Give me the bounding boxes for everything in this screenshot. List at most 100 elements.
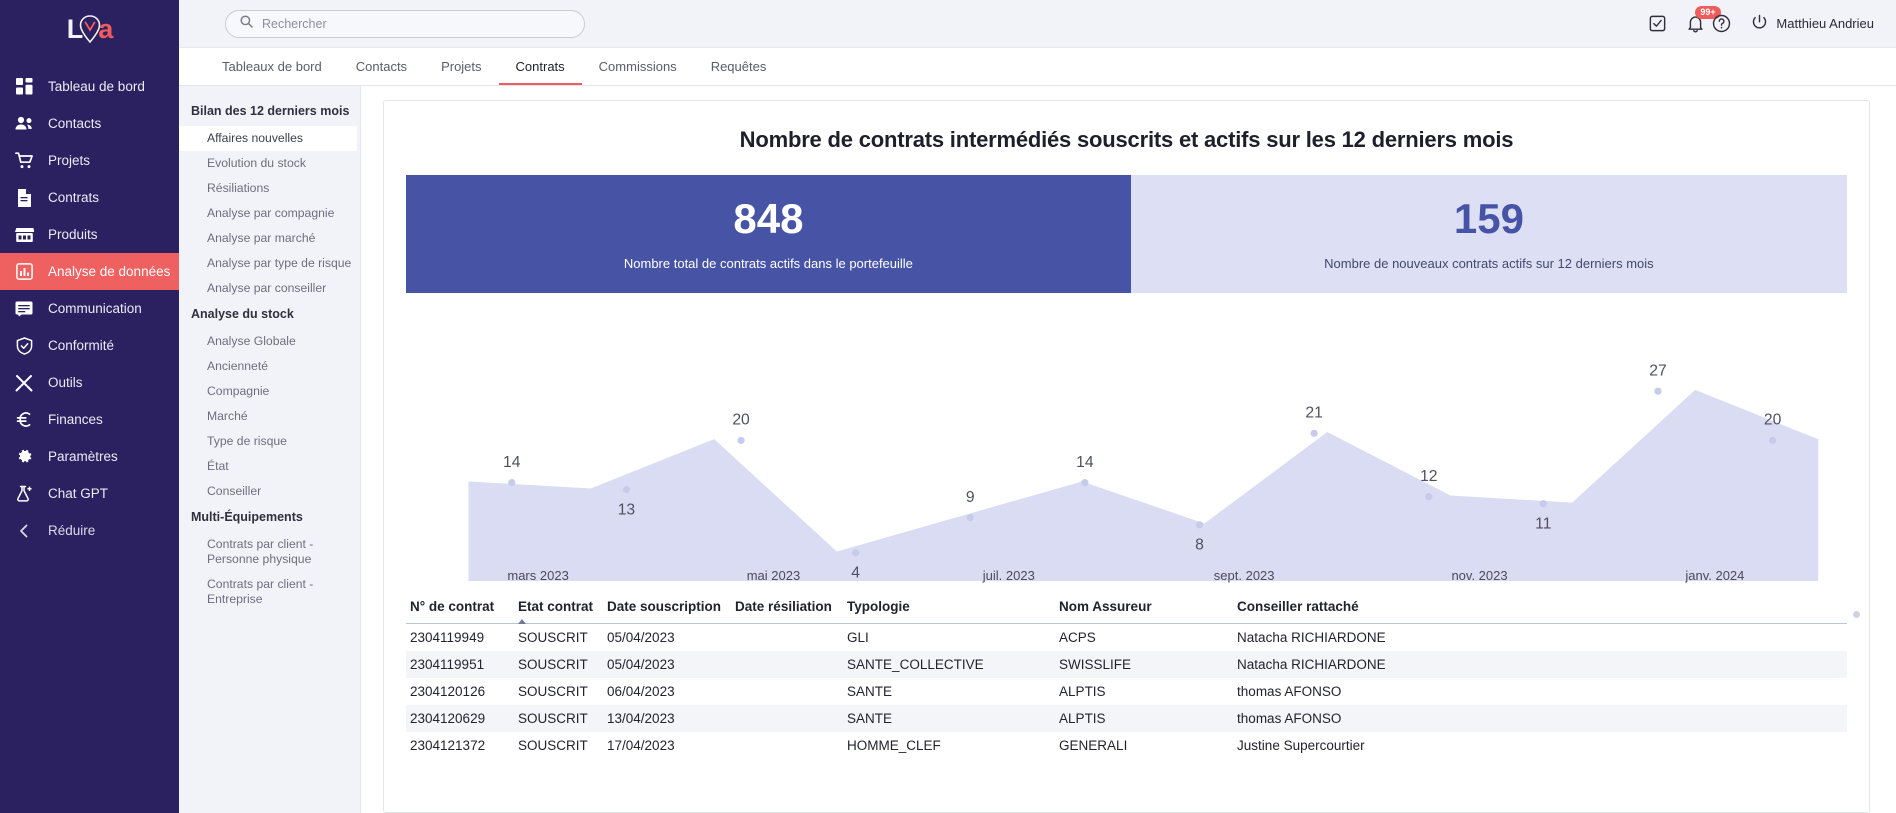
subnav-item-analyse-par-compagnie[interactable]: Analyse par compagnie: [179, 201, 360, 226]
table-row[interactable]: 2304120126 SOUSCRIT 06/04/2023 SANTE ALPTIS t…: [406, 678, 1847, 705]
analysis-sidebar: Bilan des 12 derniers mois Affaires nouv…: [179, 86, 361, 813]
subnav-item-analyse-globale[interactable]: Analyse Globale: [179, 329, 360, 354]
table-cell: 06/04/2023: [607, 684, 675, 699]
sidebar-item-contrats[interactable]: Contrats: [0, 179, 179, 216]
tab-commissions[interactable]: Commissions: [582, 59, 694, 85]
scroll-indicator-dot: [1853, 611, 1860, 618]
column-header-typologie[interactable]: Typologie: [843, 599, 1055, 624]
search-input[interactable]: [262, 16, 570, 31]
table-cell: SANTE_COLLECTIVE: [847, 657, 984, 672]
gear-icon: [14, 447, 34, 467]
subnav-item-marche[interactable]: Marché: [179, 404, 360, 429]
tab-contrats[interactable]: Contrats: [498, 59, 582, 85]
table-cell: 05/04/2023: [607, 657, 675, 672]
table-row[interactable]: 2304119949 SOUSCRIT 05/04/2023 GLI ACPS Natac…: [406, 624, 1847, 652]
column-header-numero[interactable]: N° de contrat: [406, 599, 514, 624]
svg-text:20: 20: [732, 412, 750, 429]
area-chart: 14 13 20 4 9 14 8 21 12 11 27 20 mars 2023 mai 2023 j…: [406, 323, 1847, 583]
x-tick-label: nov. 2023: [1451, 568, 1508, 583]
contracts-table-wrap: N° de contrat Etat contrat Date souscrip…: [406, 599, 1847, 759]
kpi-card-total-actifs: 848 Nombre total de contrats actifs dans…: [406, 175, 1131, 293]
sidebar-item-communication[interactable]: Communication: [0, 290, 179, 327]
contacts-icon: [14, 114, 34, 134]
sidebar-item-label: Produits: [48, 227, 98, 242]
subnav-item-affaires-nouvelles[interactable]: Affaires nouvelles: [179, 126, 357, 151]
euro-icon: [14, 410, 34, 430]
table-cell: [731, 624, 843, 652]
chevron-left-icon: [14, 521, 34, 541]
tab-projets[interactable]: Projets: [424, 59, 498, 85]
subnav-item-contrats-par-client-entreprise[interactable]: Contrats par client - Entreprise: [179, 572, 329, 612]
table-cell: [731, 732, 843, 759]
bell-icon[interactable]: 99+: [1687, 6, 1721, 33]
sidebar-item-parametres[interactable]: Paramètres: [0, 438, 179, 475]
sidebar-item-conformite[interactable]: Conformité: [0, 327, 179, 364]
tab-tableaux-de-bord[interactable]: Tableaux de bord: [205, 59, 339, 85]
subnav-group-bilan: Bilan des 12 derniers mois: [191, 104, 350, 118]
subnav-item-anciennete[interactable]: Ancienneté: [179, 354, 360, 379]
subnav-item-analyse-par-conseiller[interactable]: Analyse par conseiller: [179, 276, 360, 301]
subnav-item-resiliations[interactable]: Résiliations: [179, 176, 360, 201]
top-bar: 99+ Matthieu Andrieu: [179, 0, 1896, 48]
kpi-label: Nombre total de contrats actifs dans le …: [623, 255, 913, 271]
table-cell: 2304120126: [410, 684, 486, 699]
sidebar-item-projets[interactable]: Projets: [0, 142, 179, 179]
table-cell: [731, 678, 843, 705]
sidebar-item-analyse-de-donnees[interactable]: Analyse de données: [0, 253, 179, 290]
sidebar-item-label: Contrats: [48, 190, 100, 205]
sidebar-item-chat-gpt[interactable]: Chat GPT: [0, 475, 179, 512]
table-cell: thomas AFONSO: [1237, 684, 1342, 699]
primary-sidebar: L a Tableau de bord Contacts Projets Con…: [0, 0, 179, 813]
report-content: Nombre de contrats intermédiés souscrits…: [361, 86, 1896, 813]
subnav-item-evolution-du-stock[interactable]: Evolution du stock: [179, 151, 360, 176]
tab-contacts[interactable]: Contacts: [339, 59, 424, 85]
subnav-item-type-de-risque[interactable]: Type de risque: [179, 429, 360, 454]
svg-text:11: 11: [1535, 515, 1551, 532]
kpi-label: Nombre de nouveaux contrats actifs sur 1…: [1324, 255, 1654, 271]
column-header-nom-assureur[interactable]: Nom Assureur: [1055, 599, 1233, 624]
table-header-row: N° de contrat Etat contrat Date souscrip…: [406, 599, 1847, 624]
app-logo[interactable]: L a: [0, 0, 179, 58]
table-row[interactable]: 2304121372 SOUSCRIT 17/04/2023 HOMME_CLEF GE…: [406, 732, 1847, 759]
table-row[interactable]: 2304120629 SOUSCRIT 13/04/2023 SANTE ALPTIS t…: [406, 705, 1847, 732]
help-circle-icon[interactable]: [1712, 14, 1731, 33]
subnav-item-analyse-par-type-de-risque[interactable]: Analyse par type de risque: [179, 251, 360, 276]
message-icon: [14, 299, 34, 319]
page-title: Nombre de contrats intermédiés souscrits…: [739, 127, 1514, 152]
svg-text:12: 12: [1420, 468, 1437, 485]
column-header-date-resiliation[interactable]: Date résiliation: [731, 599, 843, 624]
subnav-item-etat[interactable]: État: [179, 454, 360, 479]
sidebar-item-outils[interactable]: Outils: [0, 364, 179, 401]
x-tick-label: mars 2023: [507, 568, 569, 583]
sidebar-item-produits[interactable]: Produits: [0, 216, 179, 253]
sidebar-item-finances[interactable]: Finances: [0, 401, 179, 438]
sidebar-item-contacts[interactable]: Contacts: [0, 105, 179, 142]
table-cell: SANTE: [847, 711, 893, 726]
table-row[interactable]: 2304119951 SOUSCRIT 05/04/2023 SANTE_COLLEC…: [406, 651, 1847, 678]
column-header-etat[interactable]: Etat contrat: [514, 599, 603, 624]
column-header-conseiller[interactable]: Conseiller rattaché: [1233, 599, 1847, 624]
table-head: N° de contrat Etat contrat Date souscrip…: [406, 599, 1847, 624]
subnav-item-contrats-par-client-personne-physique[interactable]: Contrats par client - Personne physique: [179, 532, 329, 572]
table-cell: thomas AFONSO: [1237, 711, 1342, 726]
x-tick-label: janv. 2024: [1685, 568, 1745, 583]
table-cell: 13/04/2023: [607, 711, 675, 726]
sidebar-collapse-button[interactable]: Réduire: [0, 512, 179, 549]
kpi-card-nouveaux-actifs: 159 Nombre de nouveaux contrats actifs s…: [1130, 175, 1847, 293]
subnav-item-analyse-par-marche[interactable]: Analyse par marché: [179, 226, 360, 251]
tab-requetes[interactable]: Requêtes: [694, 59, 784, 85]
checklist-icon[interactable]: [1648, 14, 1667, 33]
sidebar-item-label: Tableau de bord: [48, 79, 145, 94]
sidebar-item-tableau-de-bord[interactable]: Tableau de bord: [0, 68, 179, 105]
table-cell: SOUSCRIT: [518, 738, 588, 753]
table-cell: SOUSCRIT: [518, 630, 588, 645]
sidebar-item-label: Finances: [48, 412, 103, 427]
table-cell: SWISSLIFE: [1059, 657, 1132, 672]
power-icon: [1751, 14, 1768, 34]
user-menu[interactable]: Matthieu Andrieu: [1751, 14, 1874, 34]
subnav-item-compagnie[interactable]: Compagnie: [179, 379, 360, 404]
global-search[interactable]: [225, 9, 585, 38]
sidebar-item-label: Conformité: [48, 338, 115, 353]
subnav-item-conseiller[interactable]: Conseiller: [179, 479, 360, 504]
column-header-date-souscription[interactable]: Date souscription: [603, 599, 731, 624]
